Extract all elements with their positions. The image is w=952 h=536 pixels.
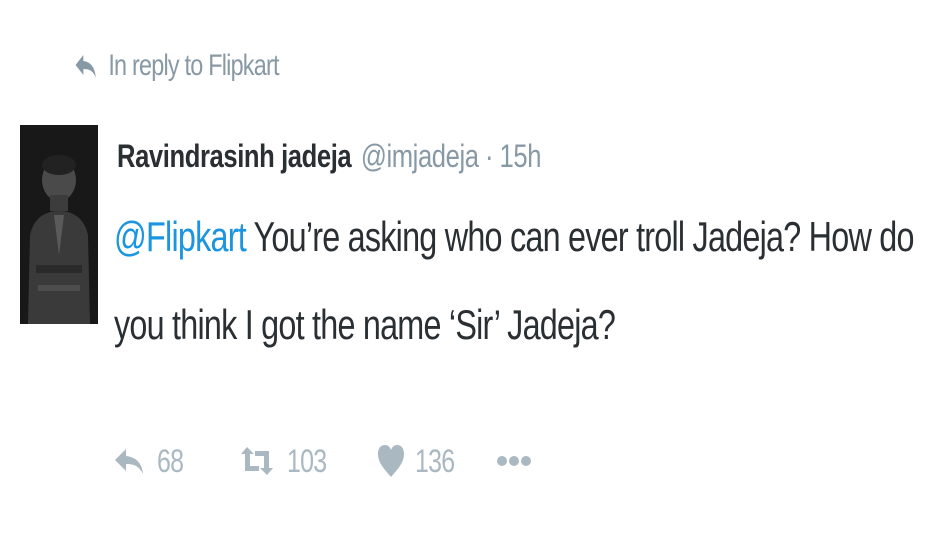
author-handle[interactable]: @imjadeja <box>361 138 479 175</box>
tweet-header: Ravindrasinh jadeja @imjadeja · 15h <box>117 134 541 178</box>
retweet-count: 103 <box>287 442 327 479</box>
retweet-icon <box>239 445 275 477</box>
tweet-timestamp[interactable]: 15h <box>500 138 542 175</box>
avatar[interactable] <box>20 125 98 324</box>
reply-icon <box>113 446 145 476</box>
retweet-button[interactable]: 103 <box>239 443 357 480</box>
tweet-card: In reply to Flipkart Ravindrasinh jadeja… <box>0 0 952 536</box>
tweet-actions: 68 103 136 <box>113 436 531 486</box>
reply-button[interactable]: 68 <box>113 443 217 480</box>
reply-context[interactable]: In reply to Flipkart <box>74 46 279 86</box>
tweet-text: @Flipkart You’re asking who can ever tro… <box>114 193 923 369</box>
reply-count: 68 <box>157 442 184 479</box>
like-button[interactable]: 136 <box>377 443 475 480</box>
like-count: 136 <box>415 442 455 479</box>
separator: · <box>484 137 494 174</box>
author-name[interactable]: Ravindrasinh jadeja <box>117 138 352 175</box>
mention-link[interactable]: @Flipkart <box>114 213 247 260</box>
more-dots-icon <box>497 454 531 468</box>
reply-context-text: In reply to Flipkart <box>108 49 279 82</box>
reply-arrow-icon <box>74 51 97 81</box>
more-button[interactable] <box>497 454 531 468</box>
heart-icon <box>377 444 405 478</box>
